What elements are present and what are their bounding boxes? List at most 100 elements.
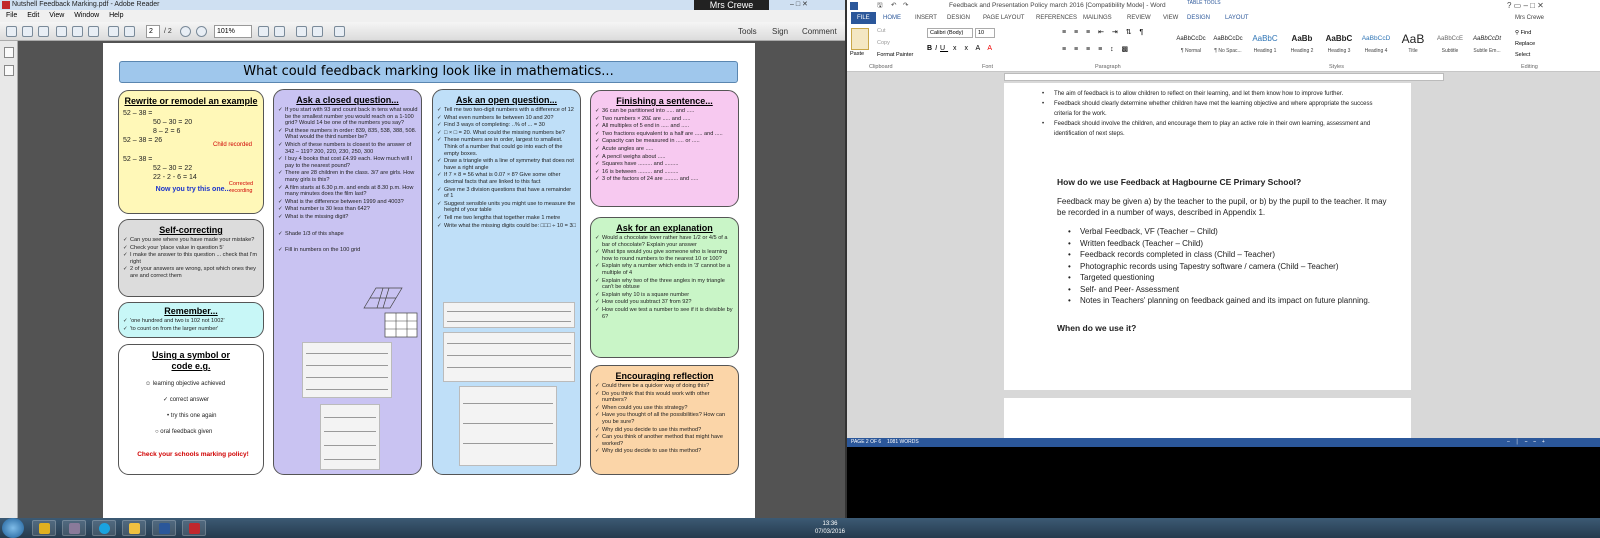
document-page[interactable]	[1004, 398, 1411, 438]
copy-button[interactable]: Copy	[877, 40, 890, 46]
style-title[interactable]: AaB Title	[1395, 30, 1431, 60]
page-down-icon[interactable]	[124, 26, 135, 37]
menu-view[interactable]: View	[49, 12, 64, 19]
comment-icon[interactable]	[312, 26, 323, 37]
save-icon[interactable]	[56, 26, 67, 37]
tab-insert[interactable]: INSERT	[915, 12, 937, 24]
list-item: How could you subtract 37 from 92?	[595, 299, 735, 306]
cut-button[interactable]: Cut	[877, 28, 886, 34]
cloud-icon[interactable]	[38, 26, 49, 37]
chrome-taskbar-icon[interactable]	[32, 520, 56, 536]
list-item: I buy 4 books that cost £4.99 each. How …	[278, 156, 418, 169]
paste-button[interactable]: Paste	[850, 51, 864, 57]
zoom-out-icon[interactable]	[180, 26, 191, 37]
list-item: Self- and Peer- Assessment	[1068, 284, 1388, 296]
tab-review[interactable]: REVIEW	[1127, 12, 1151, 24]
comment-button[interactable]: Comment	[802, 25, 837, 38]
tab-home[interactable]: HOME	[883, 12, 901, 24]
document-page[interactable]: The aim of feedback is to allow children…	[1004, 83, 1411, 390]
menu-edit[interactable]: Edit	[27, 12, 39, 19]
list-item: Tell me two lengths that together make 1…	[437, 215, 577, 222]
list-item: 36 can be partitioned into ..... and ...…	[595, 108, 735, 115]
tab-references[interactable]: REFERENCES	[1036, 12, 1077, 24]
start-button[interactable]	[2, 518, 24, 538]
style-heading-1[interactable]: AaBbC Heading 1	[1247, 30, 1283, 60]
list-item: Tell me two two-digit numbers with a dif…	[437, 107, 577, 114]
font-name-select[interactable]: Calibri (Body)	[927, 28, 973, 38]
adobe-reader-window: Nutshell Feedback Marking.pdf - Adobe Re…	[0, 0, 845, 520]
ribbon-tabs: FILE HOME INSERT DESIGN PAGE LAYOUT REFE…	[847, 12, 1600, 24]
save-icon[interactable]: 🖫	[877, 0, 883, 12]
zoom-select[interactable]: 101%	[214, 25, 252, 38]
redo-icon[interactable]: ↷	[903, 0, 908, 12]
corrected-recording-note: Corrected recording	[228, 181, 254, 194]
sticky-note-icon[interactable]	[296, 26, 307, 37]
style-heading-2[interactable]: AaBb Heading 2	[1284, 30, 1320, 60]
style-normal[interactable]: AaBbCcDc ¶ Normal	[1173, 30, 1209, 60]
tab-file[interactable]: FILE	[851, 12, 876, 24]
clipboard-icon[interactable]	[851, 28, 869, 50]
attachments-icon[interactable]	[4, 65, 14, 76]
font-size-select[interactable]: 10	[975, 28, 995, 38]
explanation-title: Ask for an explanation	[616, 223, 713, 233]
menu-window[interactable]: Window	[74, 12, 99, 19]
list-item: Shade 1/3 of this shape	[278, 231, 418, 238]
print-icon[interactable]	[72, 26, 83, 37]
create-icon[interactable]	[6, 26, 17, 37]
list-buttons[interactable]: ≡ ≡ ≡ ⇤ ⇥ ⇅ ¶	[1062, 28, 1146, 36]
replace-button[interactable]: Replace	[1515, 39, 1535, 50]
open-folder-icon[interactable]	[22, 26, 33, 37]
rewrite-line: 52 – 38 =	[123, 156, 153, 163]
email-icon[interactable]	[88, 26, 99, 37]
style-heading-4[interactable]: AaBbCcD Heading 4	[1358, 30, 1394, 60]
skype-taskbar-icon[interactable]	[92, 520, 116, 536]
reader-window-buttons[interactable]: – □ ✕	[790, 0, 808, 10]
menu-help[interactable]: Help	[109, 12, 123, 19]
tab-page-layout[interactable]: PAGE LAYOUT	[983, 12, 1024, 24]
explorer-taskbar-icon[interactable]	[122, 520, 146, 536]
align-buttons[interactable]: ≡ ≡ ≡ ≡ ↕ ▩	[1062, 45, 1131, 53]
tools-button[interactable]: Tools	[738, 25, 757, 38]
zoom-in-icon[interactable]	[196, 26, 207, 37]
symbol-item: ○ oral feedback given	[155, 429, 213, 435]
page-up-icon[interactable]	[108, 26, 119, 37]
page-count[interactable]: PAGE 2 OF 6	[851, 438, 881, 447]
find-button[interactable]: ⚲ Find	[1515, 28, 1535, 39]
fit-page-icon[interactable]	[258, 26, 269, 37]
menu-file[interactable]: File	[6, 12, 17, 19]
tab-mailings[interactable]: MAILINGS	[1083, 12, 1112, 24]
word-window-buttons[interactable]: ? ▭ – □ ✕	[1507, 0, 1544, 12]
word-count[interactable]: 1081 WORDS	[887, 438, 919, 447]
sign-button[interactable]: Sign	[772, 25, 788, 38]
acrobat-taskbar-icon[interactable]	[182, 520, 206, 536]
fit-width-icon[interactable]	[274, 26, 285, 37]
zoom-slider[interactable]: –│⎯⎯+	[1507, 438, 1551, 447]
style-subtle-emphasis[interactable]: AaBbCcDt Subtle Em...	[1469, 30, 1505, 60]
word-title-bar: 🖫 ↶ ↷ Feedback and Presentation Policy m…	[847, 0, 1600, 12]
word-taskbar-icon[interactable]	[152, 520, 176, 536]
word-user[interactable]: Mrs Crewe	[1515, 12, 1544, 24]
expand-icon[interactable]	[334, 26, 345, 37]
list-item: There are 28 children in the class. 3/7 …	[278, 170, 418, 183]
list-item: Check your 'place value in question 5'	[123, 245, 260, 252]
rewrite-line: 8 – 2 = 6	[153, 128, 181, 135]
format-painter-button[interactable]: Format Painter	[877, 52, 913, 58]
style-heading-3[interactable]: AaBbC Heading 3	[1321, 30, 1357, 60]
font-format-buttons[interactable]: BIU x x A A	[927, 45, 995, 52]
style-subtitle[interactable]: AaBbCcE Subtitle	[1432, 30, 1468, 60]
page-thumbnails-icon[interactable]	[4, 47, 14, 58]
list-item: 'one hundred and two is 102 not 1002'	[123, 318, 260, 325]
undo-icon[interactable]: ↶	[891, 0, 896, 12]
style-no-spacing[interactable]: AaBbCcDc ¶ No Spac...	[1210, 30, 1246, 60]
tab-table-layout[interactable]: LAYOUT	[1225, 12, 1249, 24]
tab-table-design[interactable]: DESIGN	[1187, 12, 1210, 24]
user-taskbar-icon[interactable]	[62, 520, 86, 536]
page-number-input[interactable]: 2	[146, 25, 160, 38]
list-item: What number is 30 less than 642?	[278, 206, 418, 213]
horizontal-ruler[interactable]	[1004, 73, 1444, 81]
tab-design[interactable]: DESIGN	[947, 12, 970, 24]
select-button[interactable]: Select	[1515, 50, 1535, 61]
tab-view[interactable]: VIEW	[1163, 12, 1178, 24]
list-item: Capacity can be measured in ..... or ...…	[595, 138, 735, 145]
list-item: Two numbers × 20£ are ..... and .....	[595, 116, 735, 123]
